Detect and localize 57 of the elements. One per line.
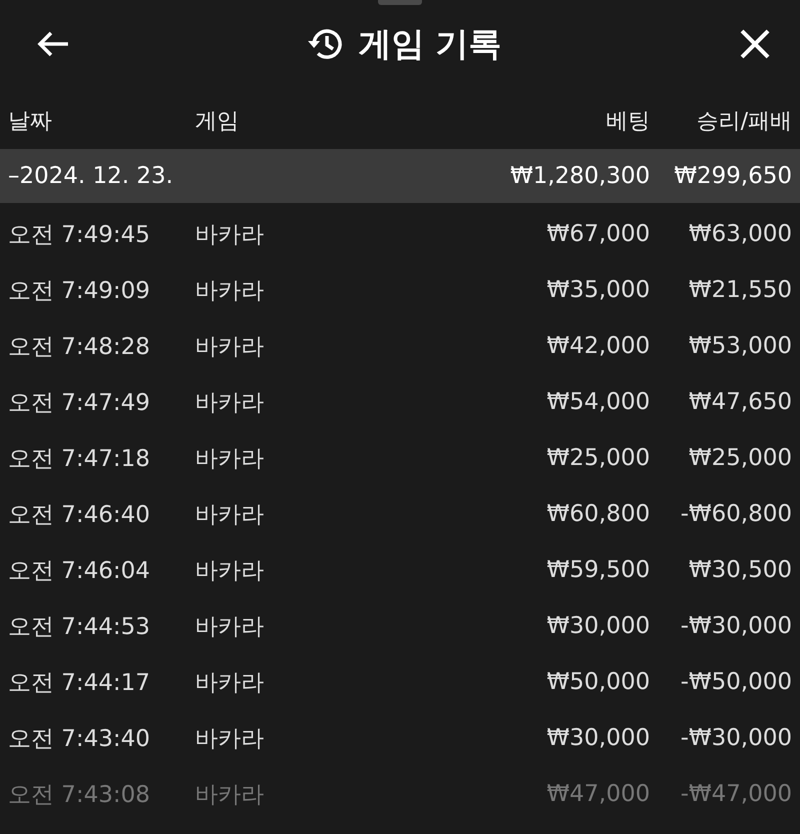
bet-cell-text: ₩47,000	[546, 781, 650, 807]
window-title: 게임 기록	[358, 22, 502, 64]
bet-cell-text: ₩59,500	[546, 557, 650, 583]
time-cell-text: 오전 7:44:53	[8, 612, 151, 642]
result-cell-text: ₩30,500	[688, 557, 792, 583]
game-cell-text: 바카라	[195, 612, 265, 642]
time-cell-text: 오전 7:47:18	[8, 444, 151, 474]
column-header: 베팅	[605, 108, 650, 136]
bet-cell-text: ₩30,000	[546, 725, 650, 751]
time-cell-text: 오전 7:44:17	[8, 668, 151, 698]
result-cell-text: -₩30,000	[679, 613, 792, 639]
game-cell-text: 바카라	[195, 780, 265, 810]
bet-total: ₩1,280,300	[509, 163, 650, 189]
date-text: –2024. 12. 23.	[8, 163, 174, 189]
bet-cell-text: ₩42,000	[546, 333, 650, 359]
close-icon[interactable]	[740, 29, 770, 59]
result-cell-text: ₩47,650	[688, 389, 792, 415]
result-cell-text: -₩60,800	[679, 501, 792, 527]
time-cell-text: 오전 7:46:04	[8, 556, 151, 586]
result-cell-text: -₩30,000	[679, 725, 792, 751]
column-header: 승리/패배	[696, 108, 792, 136]
game-cell-text: 바카라	[195, 556, 265, 586]
game-cell-text: 바카라	[195, 276, 265, 306]
date-group-row[interactable]: –2024. 12. 23. ₩1,280,300 ₩299,650	[0, 149, 800, 203]
time-cell-text: 오전 7:49:09	[8, 276, 151, 306]
bet-cell-text: ₩30,000	[546, 613, 650, 639]
time-cell-text: 오전 7:43:08	[8, 780, 151, 810]
time-cell-text: 오전 7:47:49	[8, 388, 151, 418]
result-cell-text: -₩50,000	[679, 669, 792, 695]
bet-cell-text: ₩67,000	[546, 221, 650, 247]
result-cell-text: ₩25,000	[688, 445, 792, 471]
game-cell-text: 바카라	[195, 332, 265, 362]
game-cell-text: 바카라	[195, 724, 265, 754]
result-cell-text: ₩53,000	[688, 333, 792, 359]
bet-cell-text: ₩35,000	[546, 277, 650, 303]
column-header: 게임	[195, 108, 240, 136]
result-cell-text: ₩21,550	[688, 277, 792, 303]
history-icon	[308, 27, 344, 61]
bet-cell-text: ₩25,000	[546, 445, 650, 471]
bet-cell-text: ₩60,800	[546, 501, 650, 527]
bet-cell-text: ₩54,000	[546, 389, 650, 415]
drag-handle[interactable]	[378, 0, 422, 5]
bet-cell-text: ₩50,000	[546, 669, 650, 695]
time-cell-text: 오전 7:49:45	[8, 220, 151, 250]
time-cell-text: 오전 7:48:28	[8, 332, 151, 362]
time-cell-text: 오전 7:43:40	[8, 724, 151, 754]
game-cell-text: 바카라	[195, 500, 265, 530]
time-cell-text: 오전 7:46:40	[8, 500, 151, 530]
result-cell-text: ₩63,000	[688, 221, 792, 247]
result-cell-text: -₩47,000	[679, 781, 792, 807]
game-cell-text: 바카라	[195, 444, 265, 474]
back-arrow-icon[interactable]	[36, 30, 70, 58]
column-header: 날짜	[8, 108, 53, 136]
result-total: ₩299,650	[673, 163, 792, 189]
game-cell-text: 바카라	[195, 388, 265, 418]
game-cell-text: 바카라	[195, 220, 265, 250]
game-cell-text: 바카라	[195, 668, 265, 698]
